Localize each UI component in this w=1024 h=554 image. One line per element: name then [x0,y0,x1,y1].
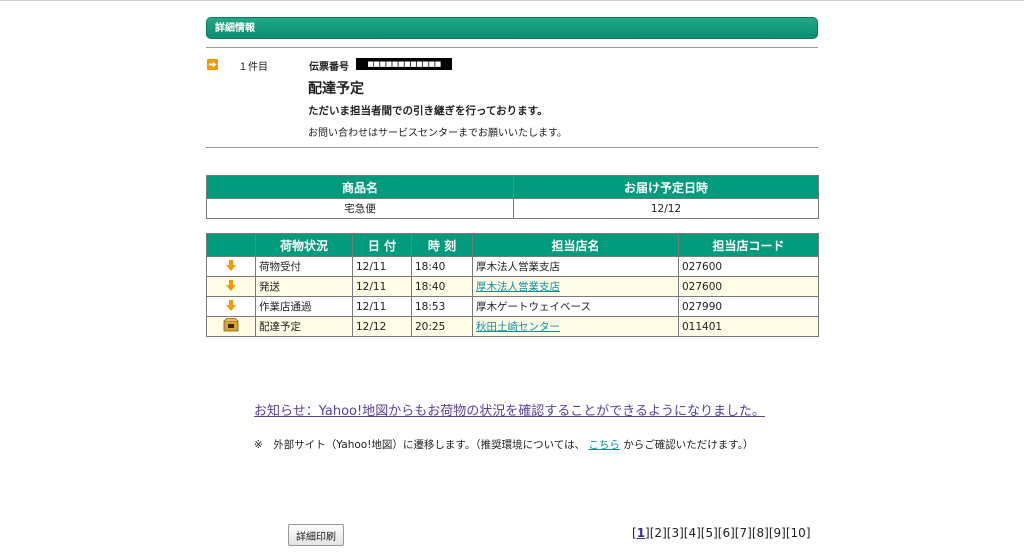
row-time: 18:53 [411,296,473,317]
row-store: 厚木ゲートウェイベース [472,296,679,317]
row-code: 027600 [678,256,819,277]
summary-product: 宅急便 [206,198,514,219]
page-link-8[interactable]: 8 [757,526,765,540]
slip-number-label: 伝票番号 [309,62,349,73]
row-icon-cell [206,296,256,317]
item-count: １件目 [238,62,268,73]
divider-middle [206,147,818,148]
yahoo-map-notice-link[interactable]: お知らせ：Yahoo!地図からもお荷物の状況を確認することができるようになりまし… [254,400,765,419]
summary-header-delivery: お届け予定日時 [513,175,819,199]
note-prefix: ※ 外部サイト（Yahoo!地図）に遷移します。（推奨環境については、 [254,439,586,451]
page-link-4[interactable]: 4 [688,526,696,540]
row-time: 18:40 [411,276,473,297]
row-icon-cell [206,256,256,277]
row-store: 厚木法人営業支店 [472,276,679,297]
page-link-2[interactable]: 2 [654,526,662,540]
page-link-10[interactable]: 10 [791,526,806,540]
delivery-status-sub: お問い合わせはサービスセンターまでお願いいたします。 [308,128,567,139]
summary-header-product: 商品名 [206,175,514,199]
row-status: 配達予定 [255,316,353,337]
down-arrow-icon [226,279,236,291]
row-date: 12/11 [352,296,412,317]
external-site-note: ※ 外部サイト（Yahoo!地図）に遷移します。（推奨環境については、 こちら … [254,437,753,452]
row-time: 20:25 [411,316,473,337]
tracking-header-status: 荷物状況 [255,233,353,257]
page-link-5[interactable]: 5 [705,526,713,540]
row-store: 秋田土崎センター [472,316,679,337]
store-link[interactable]: 秋田土崎センター [476,321,560,333]
delivery-status-title: 配達予定 [308,81,364,97]
table-row: 荷物受付 12/11 18:40 厚木法人営業支店 027600 [206,256,819,277]
page-link-3[interactable]: 3 [671,526,679,540]
delivery-status-message: ただいま担当者間での引き継ぎを行っております。 [308,105,548,117]
section-title: 詳細情報 [215,23,255,34]
summary-table: 商品名 お届け予定日時 宅急便 12/12 [206,175,819,219]
table-row: 作業店通過 12/11 18:53 厚木ゲートウェイベース 027990 [206,296,819,317]
page-link-9[interactable]: 9 [774,526,782,540]
tracking-header-date: 日 付 [352,233,412,257]
row-status: 作業店通過 [255,296,353,317]
summary-delivery-date: 12/12 [513,198,819,219]
down-arrow-icon [226,299,236,311]
recommended-env-link[interactable]: こちら [588,439,620,451]
store-link[interactable]: 厚木法人営業支店 [476,281,560,293]
down-arrow-icon [226,259,236,271]
right-arrow-icon [207,59,218,70]
row-icon-cell [206,276,256,297]
tracking-header-code: 担当店コード [678,233,819,257]
row-code: 011401 [678,316,819,337]
slip-number-value: ■■■■■■■■■■■■ [356,58,452,70]
table-row: 配達予定 12/12 20:25 秋田土崎センター 011401 [206,316,819,337]
package-box-icon [223,318,239,332]
print-details-button[interactable]: 詳細印刷 [288,524,344,546]
row-date: 12/11 [352,276,412,297]
tracking-header-store: 担当店名 [472,233,679,257]
tracking-header-time: 時 刻 [411,233,473,257]
row-icon-cell [206,316,256,337]
row-code: 027990 [678,296,819,317]
row-date: 12/11 [352,256,412,277]
page-link-1[interactable]: 1 [637,526,645,540]
row-time: 18:40 [411,256,473,277]
table-row: 発送 12/11 18:40 厚木法人営業支店 027600 [206,276,819,297]
page-link-7[interactable]: 7 [740,526,748,540]
row-status: 荷物受付 [255,256,353,277]
row-status: 発送 [255,276,353,297]
section-header: 詳細情報 [206,17,818,39]
row-store: 厚木法人営業支店 [472,256,679,277]
row-code: 027600 [678,276,819,297]
divider-top [206,47,818,48]
pagination: [1][2][3][4][5][6][7][8][9][10] [632,526,811,540]
tracking-header-icon [206,233,256,257]
row-date: 12/12 [352,316,412,337]
page-link-6[interactable]: 6 [722,526,730,540]
note-suffix: からご確認いただけます。） [623,439,754,451]
tracking-table: 荷物状況 日 付 時 刻 担当店名 担当店コード 荷物受付 12/11 18:4… [206,233,819,337]
top-border [0,0,1024,1]
